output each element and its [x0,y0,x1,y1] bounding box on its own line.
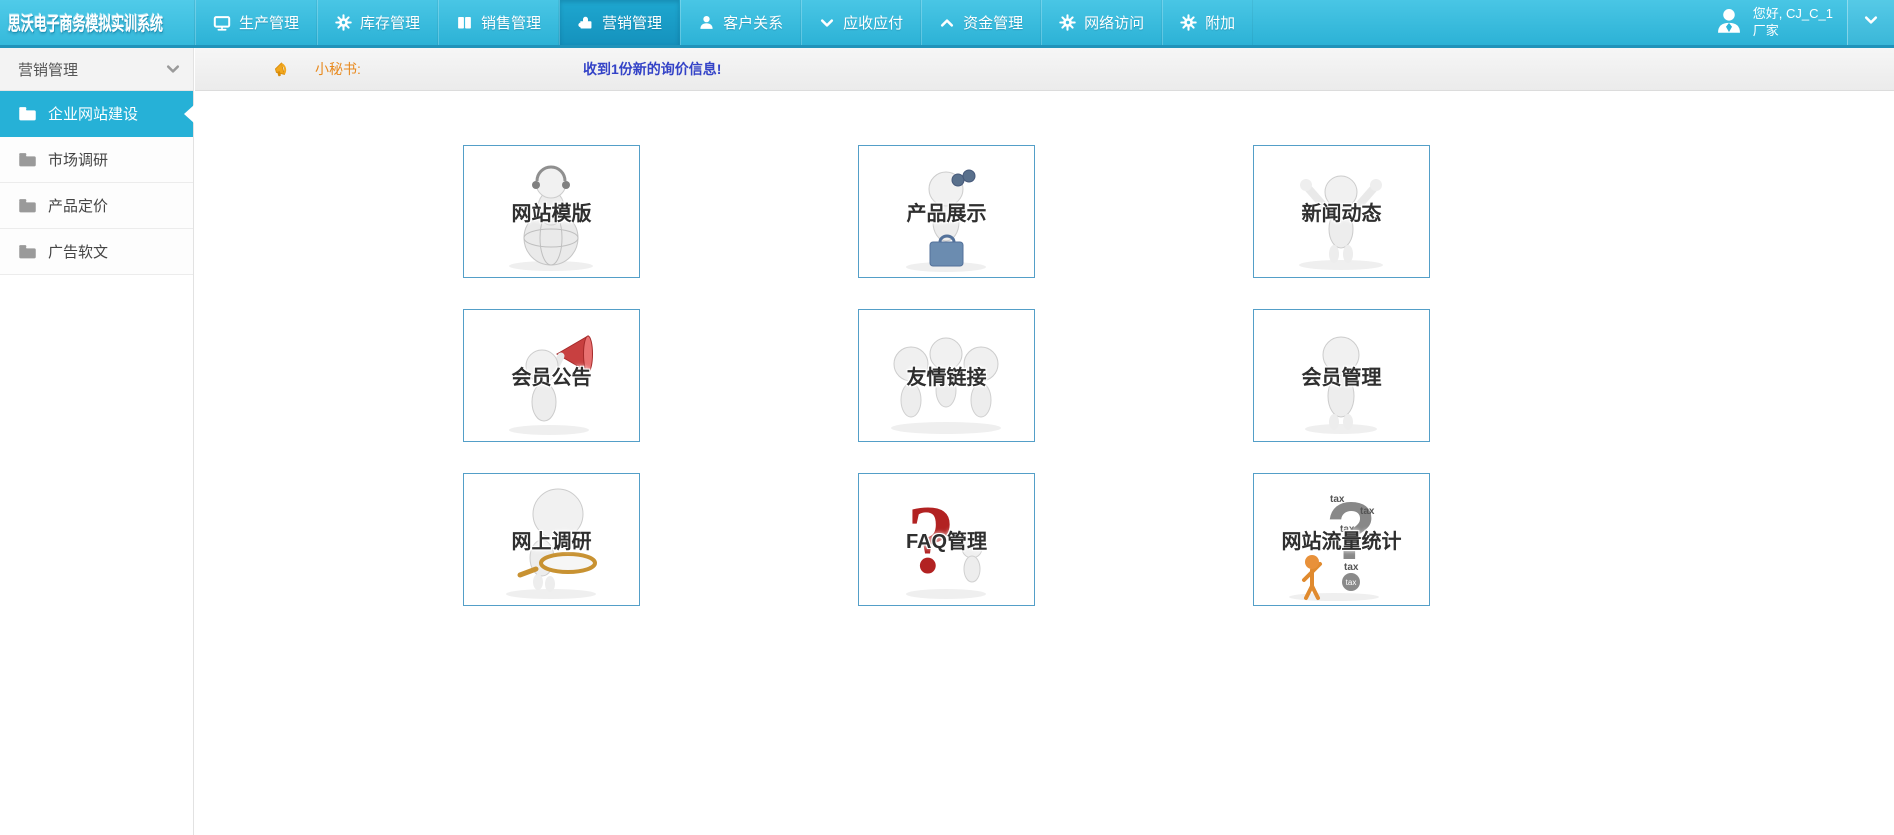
svg-text:tax: tax [1344,562,1359,573]
nav-tab-sales[interactable]: 销售管理 [438,0,560,45]
nav-tab-inventory[interactable]: 库存管理 [317,0,439,45]
tab-label: 营销管理 [602,15,663,32]
nav-tab-customer[interactable]: 客户关系 [680,0,802,45]
top-nav: 思沃电子商务模拟实训系统 生产管理 库存管理 销售管理 营销管理 客户关系 应收应付 资金管… [0,0,1894,48]
svg-text:tax: tax [1330,494,1345,505]
app-title: 思沃电子商务模拟实训系统 [8,14,164,35]
app-logo: 思沃电子商务模拟实训系统 [0,0,195,45]
sidebar-item-ad-copy[interactable]: 广告软文 [0,229,193,275]
tab-label: 资金管理 [963,15,1024,32]
module-grid: 网站模版 产品展示 新闻动态 会员公告 友情链接 会员管理 网上调研? FAQ管理? tax ta… [195,91,1894,606]
card-label: 友情链接 [906,366,987,389]
main-content: 小秘书: 收到1份新的询价信息! 网站模版 产品展示 新闻动态会员公告 友情链接 会员管… [195,48,1894,835]
secretary-message[interactable]: 收到1份新的询价信息! [583,59,721,79]
folder-icon [18,152,37,167]
nav-right: 您好, CJ_C_1 厂家 [1700,0,1894,45]
card-label: 网站流量统计 [1281,530,1402,553]
svg-text:tax: tax [1346,578,1357,587]
gear-icon [1180,14,1197,31]
tab-label: 附加 [1205,15,1236,32]
card-online-survey[interactable]: 网上调研 [463,473,640,606]
card-label: 产品展示 [906,202,987,225]
user-role: 厂家 [1752,22,1779,38]
tab-label: 生产管理 [239,15,300,32]
nav-tabs: 生产管理 库存管理 销售管理 营销管理 客户关系 应收应付 资金管理 网络访问 附加 [195,0,1254,45]
card-website-template[interactable]: 网站模版 [463,145,640,278]
folder-icon [18,244,37,259]
card-product-display[interactable]: 产品展示 [858,145,1035,278]
sidebar-items: 企业网站建设 市场调研产品定价广告软文 [0,91,194,275]
nav-tab-funds[interactable]: 资金管理 [921,0,1042,45]
puzzle-icon [577,14,594,31]
megaphone-icon [273,60,291,78]
books-icon [456,14,473,31]
sidebar-item-label: 广告软文 [48,244,109,261]
chevron-down-icon [819,15,835,31]
card-news[interactable]: 新闻动态 [1253,145,1430,278]
folder-icon [18,106,37,121]
card-member-manage[interactable]: 会员管理 [1253,309,1430,442]
sidebar-item-label: 市场调研 [48,152,109,169]
card-site-traffic[interactable]: ? tax tax tax tax tax tax 网站流量统计 [1253,473,1430,606]
tab-label: 库存管理 [360,15,421,32]
card-label: 网站模版 [511,202,592,225]
sidebar-item-website-build[interactable]: 企业网站建设 [0,91,194,137]
tab-label: 应收应付 [843,15,904,32]
chevron-up-icon [939,15,955,31]
sidebar-item-label: 产品定价 [48,198,109,215]
user-dropdown-button[interactable] [1847,0,1894,45]
tab-label: 客户关系 [723,15,784,32]
folder-icon [18,198,37,213]
tab-label: 网络访问 [1084,15,1145,32]
sidebar: 营销管理 企业网站建设 市场调研产品定价广告软文 [0,48,194,835]
gear-icon [1059,14,1076,31]
card-member-notice[interactable]: 会员公告 [463,309,640,442]
nav-tab-receivables[interactable]: 应收应付 [801,0,922,45]
tab-label: 销售管理 [481,15,542,32]
card-label: 会员管理 [1301,366,1382,389]
nav-tab-production[interactable]: 生产管理 [195,0,318,45]
secretary-bar: 小秘书: 收到1份新的询价信息! [195,48,1894,91]
sidebar-item-product-pricing[interactable]: 产品定价 [0,183,193,229]
user-text: 您好, CJ_C_1 厂家 [1753,6,1833,40]
card-faq[interactable]: ? FAQ管理 [858,473,1035,606]
sidebar-item-market-research[interactable]: 市场调研 [0,137,193,183]
sidebar-item-label: 企业网站建设 [48,106,139,123]
person-icon [698,14,715,31]
avatar-icon [1714,5,1744,40]
user-info[interactable]: 您好, CJ_C_1 厂家 [1700,0,1847,45]
nav-tab-marketing[interactable]: 营销管理 [559,0,681,45]
chevron-down-icon [1863,12,1879,33]
nav-tab-extra[interactable]: 附加 [1162,0,1254,45]
monitor-icon [213,14,231,32]
sidebar-header-label: 营销管理 [18,61,79,79]
card-label: 新闻动态 [1301,202,1382,225]
card-label: 会员公告 [511,366,592,389]
nav-tab-network[interactable]: 网络访问 [1041,0,1163,45]
svg-text:tax: tax [1360,506,1375,517]
card-label: 网上调研 [511,530,592,553]
sidebar-header[interactable]: 营销管理 [0,48,193,91]
card-friend-links[interactable]: 友情链接 [858,309,1035,442]
secretary-label: 小秘书: [315,61,361,77]
user-greeting: 您好, CJ_C_1 [1752,5,1833,21]
card-label: FAQ管理 [905,530,988,553]
gear-icon [335,14,352,31]
chevron-down-icon[interactable] [165,61,181,77]
